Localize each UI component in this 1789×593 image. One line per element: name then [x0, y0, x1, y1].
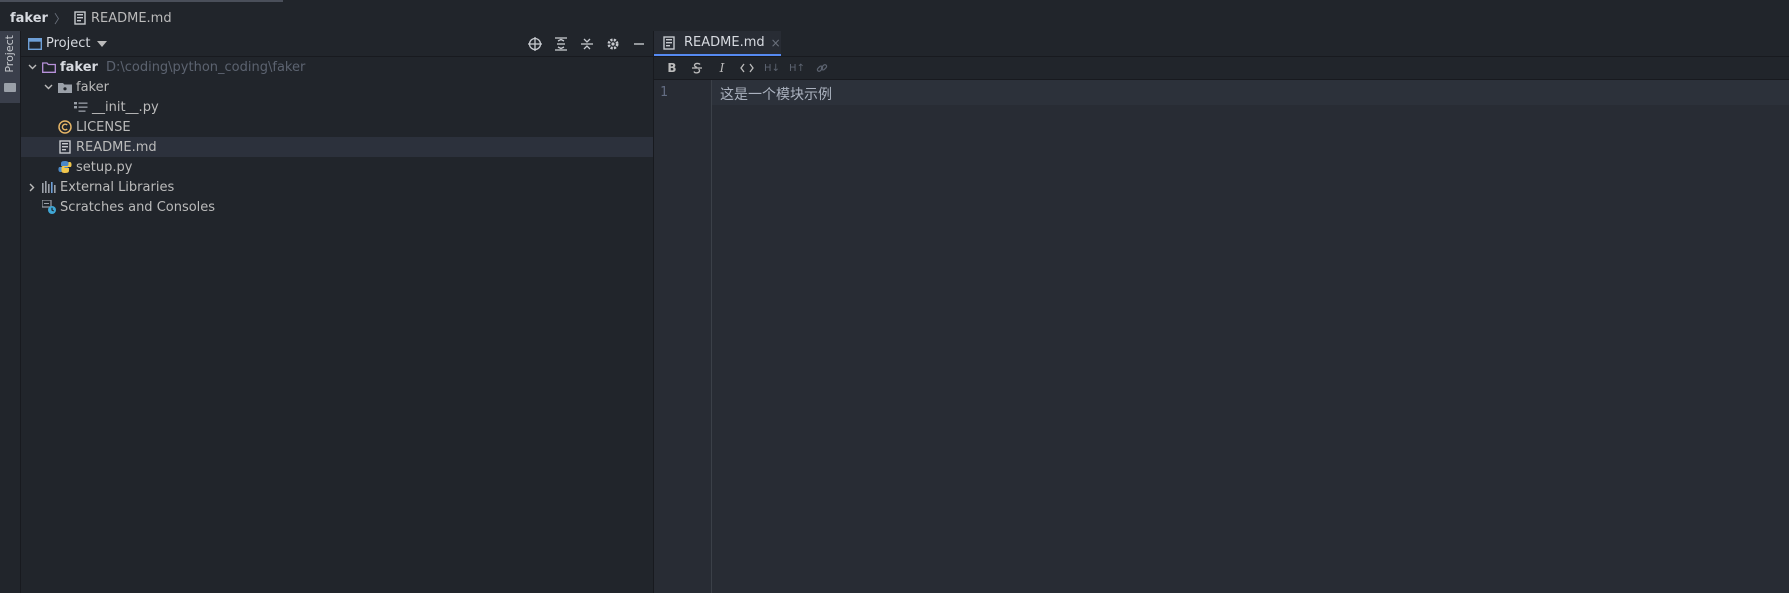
project-panel-header: Project [21, 31, 653, 57]
bold-icon[interactable]: B [664, 60, 680, 76]
chevron-down-icon[interactable] [41, 80, 55, 94]
breadcrumb: faker 〉 README.md [0, 5, 1789, 32]
chevron-down-icon [94, 36, 110, 52]
module-folder-icon [41, 59, 57, 75]
gear-icon[interactable] [605, 36, 621, 52]
editor-area: README.md × B I H↓ H↑ 1 这是一个模块示例 [654, 31, 1789, 593]
tree-license-label: LICENSE [76, 119, 131, 135]
top-strip-highlight [0, 0, 283, 2]
current-line-highlight [712, 80, 1789, 105]
tab-readme-label: README.md [684, 35, 765, 50]
chevron-right-icon[interactable] [25, 180, 39, 194]
project-toolwindow-label: Project [3, 35, 16, 73]
copyright-icon [57, 119, 73, 135]
project-toolwindow-tab[interactable]: Project [0, 31, 20, 103]
strikethrough-icon[interactable] [689, 60, 705, 76]
breadcrumb-file-label: README.md [90, 10, 172, 26]
close-icon[interactable]: × [771, 36, 781, 50]
editor-tab-bar: README.md × [654, 31, 1789, 57]
line-number: 1 [660, 85, 668, 100]
folder-icon [4, 83, 16, 92]
chevron-down-icon[interactable] [25, 60, 39, 74]
editor-line-1[interactable]: 这是一个模块示例 [720, 84, 832, 104]
tree-root-label: faker [60, 59, 98, 75]
tree-readme-label: README.md [76, 139, 157, 155]
markdown-file-icon [72, 10, 88, 26]
left-tool-stripe: Project [0, 31, 21, 593]
tree-scratches-label: Scratches and Consoles [60, 199, 216, 215]
minimize-icon[interactable] [631, 36, 647, 52]
project-window-icon [27, 36, 43, 52]
breadcrumb-separator: 〉 [53, 11, 66, 26]
scratches-icon [41, 199, 57, 215]
breadcrumb-file[interactable]: README.md [72, 10, 172, 26]
tree-root-path: D:\coding\python_coding\faker [105, 59, 306, 75]
tree-item-setup[interactable]: setup.py [21, 157, 653, 177]
libraries-icon [41, 179, 57, 195]
tab-readme[interactable]: README.md × [654, 31, 781, 56]
tree-item-root[interactable]: faker D:\coding\python_coding\faker [21, 57, 653, 77]
project-tree: faker D:\coding\python_coding\faker fake… [21, 57, 653, 217]
tree-item-external-libraries[interactable]: External Libraries [21, 177, 653, 197]
breadcrumb-root[interactable]: faker [10, 11, 48, 26]
python-file-icon [57, 159, 73, 175]
project-panel: Project faker D:\coding\python_coding\fa… [21, 31, 654, 593]
link-icon[interactable] [814, 60, 830, 76]
header-increase-icon[interactable]: H↑ [789, 60, 805, 76]
project-view-selector[interactable]: Project [27, 36, 113, 52]
tree-item-readme[interactable]: README.md [21, 137, 653, 157]
italic-icon[interactable]: I [714, 60, 730, 76]
tree-setup-label: setup.py [76, 159, 133, 175]
tree-external-libraries-label: External Libraries [60, 179, 175, 195]
markdown-file-icon [661, 35, 677, 51]
tree-init-label: __init__.py [92, 99, 159, 115]
python-init-file-icon [73, 99, 89, 115]
markdown-file-icon [57, 139, 73, 155]
code-icon[interactable] [739, 60, 755, 76]
expand-all-icon[interactable] [553, 36, 569, 52]
tree-item-faker-folder[interactable]: faker [21, 77, 653, 97]
collapse-all-icon[interactable] [579, 36, 595, 52]
tree-item-license[interactable]: LICENSE [21, 117, 653, 137]
locate-icon[interactable] [527, 36, 543, 52]
tree-faker-folder-label: faker [76, 79, 109, 95]
package-folder-icon [57, 79, 73, 95]
project-title: Project [46, 36, 91, 51]
tree-item-scratches[interactable]: Scratches and Consoles [21, 197, 653, 217]
markdown-toolbar: B I H↓ H↑ [654, 57, 1789, 80]
header-decrease-icon[interactable]: H↓ [764, 60, 780, 76]
line-number-gutter: 1 [654, 80, 712, 593]
tree-item-init[interactable]: __init__.py [21, 97, 653, 117]
